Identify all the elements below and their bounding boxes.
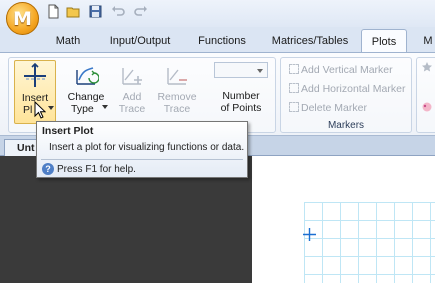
number-of-points-label-line1: Number [222,90,260,102]
add-vertical-marker-button[interactable]: Add Vertical Marker [289,61,393,79]
add-vertical-marker-label: Add Vertical Marker [301,64,393,76]
redo-icon[interactable] [133,4,148,19]
app-menu-button[interactable]: M [6,2,39,35]
remove-trace-icon [167,68,187,85]
remove-trace-label-line2: Trace [163,103,191,115]
worksheet-grid [304,202,435,283]
vertical-marker-icon [289,64,299,74]
tooltip-description: Insert a plot for visualizing functions … [49,142,245,153]
tab-input-output[interactable]: Input/Output [99,29,181,53]
tab-matrices-tables[interactable]: Matrices/Tables [264,29,356,53]
tooltip-title: Insert Plot [42,125,94,137]
insertion-crosshair [303,228,316,241]
delete-marker-label: Delete Marker [301,102,367,114]
insert-plot-tooltip: Insert Plot Insert a plot for visualizin… [36,121,248,178]
tab-math[interactable]: Math [42,29,94,53]
markers-group: Add Vertical Marker Add Horizontal Marke… [280,57,412,133]
palette-icon [422,102,432,112]
number-of-points-label-line2: of Points [220,102,262,114]
add-trace-icon [122,68,142,85]
insert-plot-icon [24,62,46,87]
add-horizontal-marker-label: Add Horizontal Marker [301,83,406,95]
change-type-button[interactable]: Change Type [63,60,109,124]
tooltip-help-text: Press F1 for help. [57,164,136,175]
quick-access-toolbar [0,0,435,27]
remove-trace-label-line1: Remove [157,91,197,103]
remove-trace-button[interactable]: Remove Trace [155,60,199,124]
tab-functions[interactable]: Functions [186,29,258,53]
change-type-label-line1: Change [67,91,105,103]
add-horizontal-marker-button[interactable]: Add Horizontal Marker [289,80,405,98]
number-of-points-control: Number of Points [212,60,270,124]
worksheet-page[interactable] [252,156,435,283]
change-plot-type-icon [76,67,100,85]
tooltip-divider [41,159,243,160]
app-logo-letter: M [13,7,32,30]
horizontal-marker-icon [289,83,299,93]
delete-marker-icon [289,102,299,112]
add-trace-label-line1: Add [122,91,142,103]
add-trace-button[interactable]: Add Trace [115,60,149,124]
delete-marker-button[interactable]: Delete Marker [289,99,367,117]
chevron-down-icon [48,106,54,110]
save-icon[interactable] [88,4,103,19]
open-folder-icon[interactable] [66,4,81,19]
help-icon: ? [42,163,54,175]
chevron-down-icon [257,69,263,73]
tab-more[interactable]: M [418,29,435,53]
chevron-down-icon [102,105,108,109]
star-icon [422,62,432,72]
markers-group-label: Markers [327,120,365,131]
ribbon-tabs: Math Input/Output Functions Matrices/Tab… [0,27,435,55]
new-document-icon[interactable] [46,4,61,19]
add-trace-label-line2: Trace [118,103,146,115]
undo-icon[interactable] [111,4,126,19]
next-group [416,57,435,133]
mouse-pointer-icon [34,101,46,119]
number-of-points-dropdown[interactable] [214,62,268,78]
